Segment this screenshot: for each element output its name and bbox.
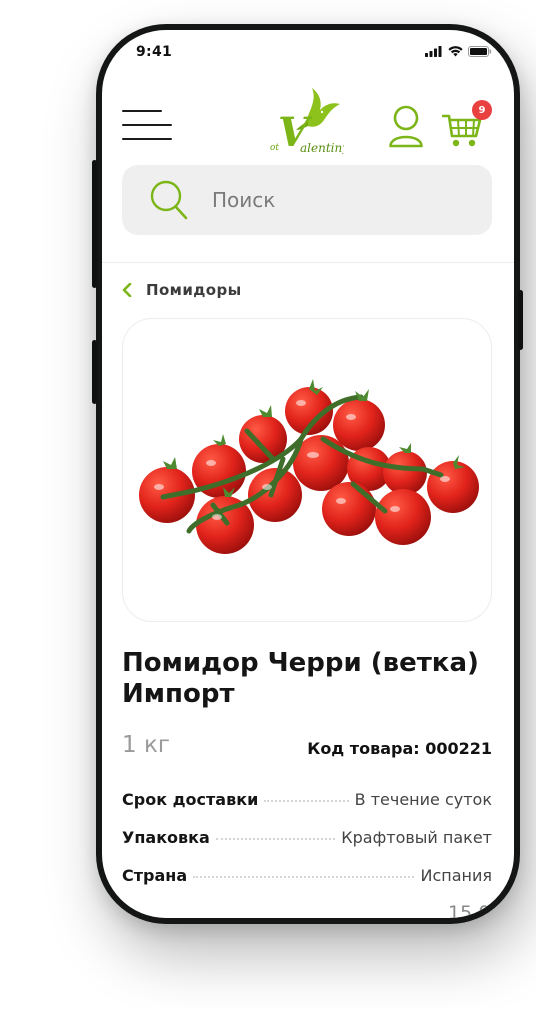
status-time: 9:41 <box>136 44 173 60</box>
spec-value: Испания <box>420 866 492 885</box>
cart-button[interactable]: 9 <box>441 100 492 150</box>
battery-icon <box>468 46 492 57</box>
product-title-line2: Импорт <box>122 679 235 709</box>
spec-row: Страна Испания <box>122 866 492 885</box>
spec-value: Крафтовый пакет <box>341 828 492 847</box>
spec-row: Срок доставки В течение суток <box>122 790 492 809</box>
phone-volume-button <box>92 160 97 288</box>
spec-row: Упаковка Крафтовый пакет <box>122 828 492 847</box>
hamburger-icon[interactable] <box>122 110 172 146</box>
status-icons <box>425 46 492 57</box>
back-button[interactable]: Помидоры <box>122 281 242 299</box>
dove-logo-icon: ot V alentiny <box>270 88 349 156</box>
spec-label: Срок доставки <box>122 790 259 809</box>
phone-power-button <box>518 290 523 350</box>
svg-text:alentiny: alentiny <box>300 141 344 154</box>
category-label: Помидоры <box>146 281 242 299</box>
app-screen: 9:41 ot V alentiny <box>102 30 514 918</box>
spec-label: Упаковка <box>122 828 210 847</box>
chevron-left-icon <box>122 283 132 297</box>
search-icon <box>150 180 188 220</box>
spec-value: В течение суток <box>354 790 492 809</box>
signal-icon <box>425 46 442 57</box>
product-title: Помидор Черри (ветка) Импорт <box>122 648 502 710</box>
search-input[interactable] <box>210 187 444 213</box>
product-weight: 1 кг <box>122 732 170 758</box>
phone-side-button <box>92 340 97 404</box>
header-divider <box>102 262 514 263</box>
product-image <box>139 379 479 554</box>
product-code: Код товара: 000221 <box>307 739 492 758</box>
product-title-line1: Помидор Черри (ветка) <box>122 648 479 678</box>
wifi-icon <box>448 46 463 57</box>
product-price: 15 0 <box>448 902 491 918</box>
search-bar[interactable] <box>122 165 492 235</box>
spec-label: Страна <box>122 866 188 885</box>
spec-leader <box>264 800 349 802</box>
spec-leader <box>193 876 415 878</box>
brand-logo[interactable]: ot V alentiny <box>270 86 349 156</box>
user-icon[interactable] <box>388 104 424 150</box>
spec-leader <box>215 838 336 840</box>
product-image-card[interactable] <box>122 318 492 622</box>
cart-count-badge: 9 <box>472 100 492 120</box>
